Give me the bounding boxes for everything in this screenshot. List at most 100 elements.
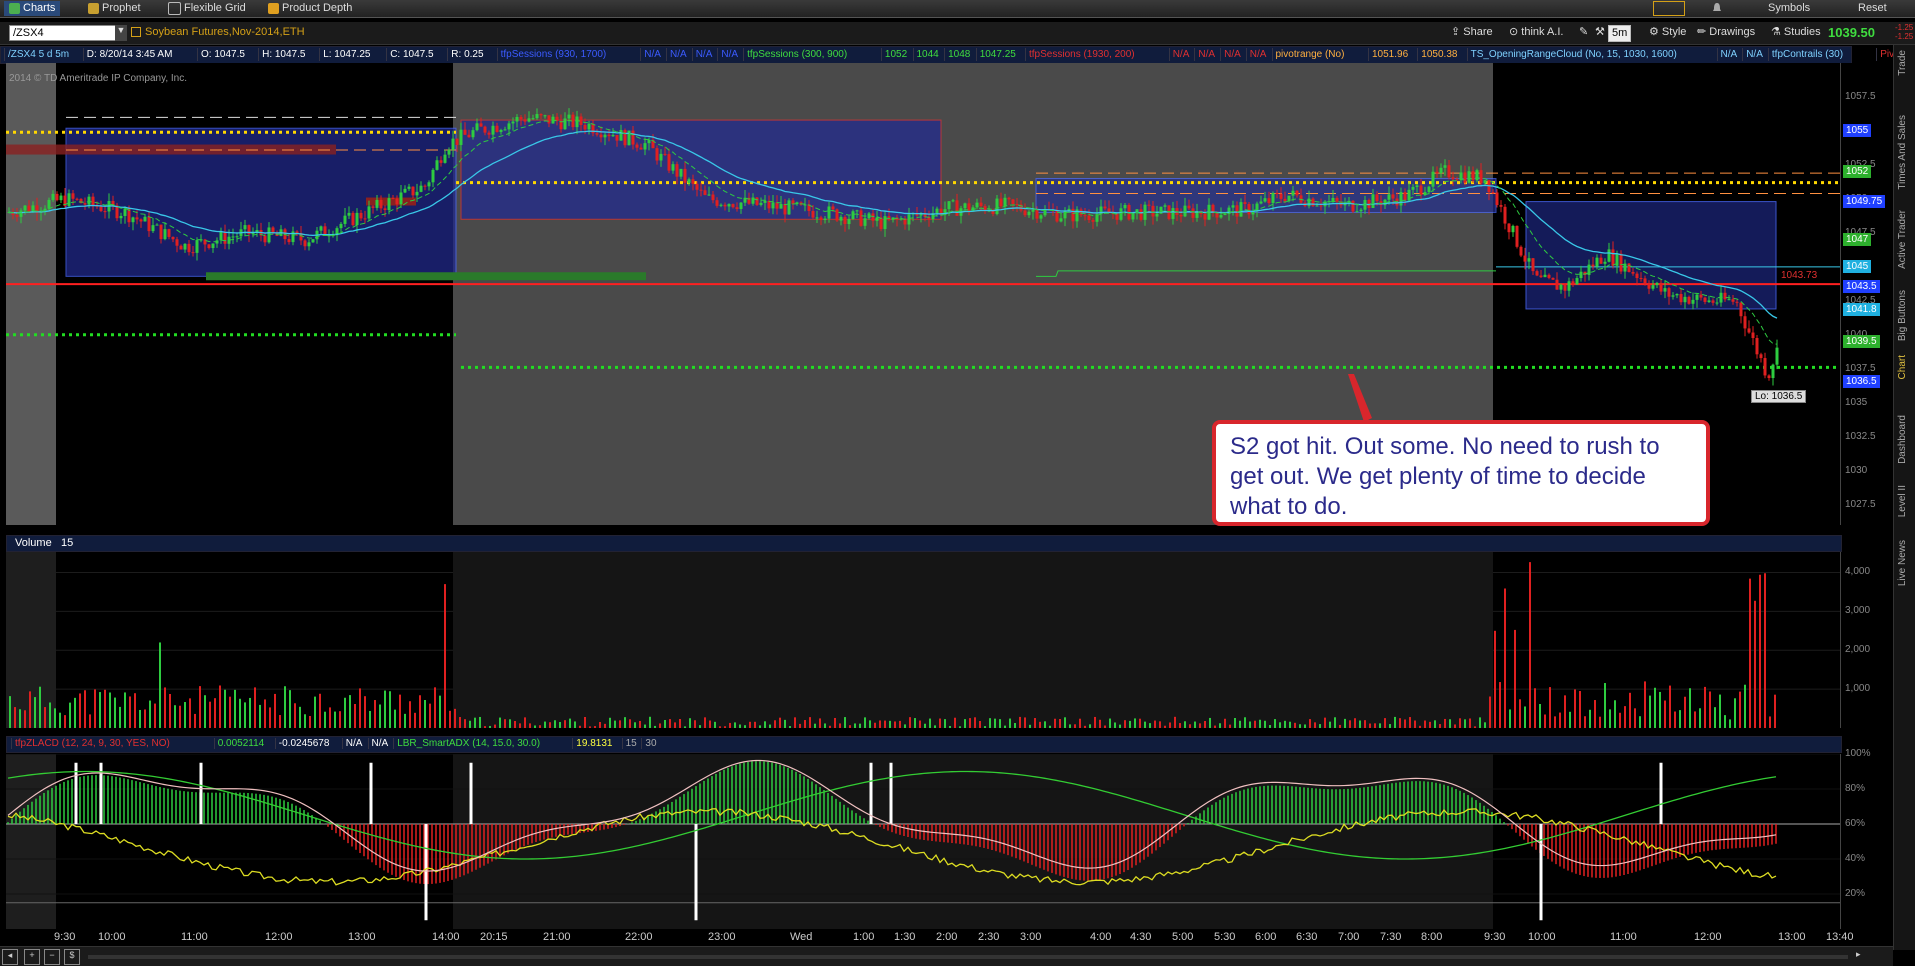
study-chip[interactable]: N/A xyxy=(691,48,716,61)
candle-body xyxy=(455,138,459,145)
menu-prophet[interactable]: Prophet xyxy=(88,1,141,16)
studies-button[interactable]: ⚗ Studies xyxy=(1768,25,1824,40)
study-chip[interactable]: pivotrange (No) xyxy=(1271,48,1348,61)
annotation-callout[interactable]: S2 got hit. Out some. No need to rush to… xyxy=(1212,420,1710,526)
price-axis[interactable]: 1057.510551052.510501047.510451042.51040… xyxy=(1840,63,1893,525)
study-chip[interactable]: tfpSessions (930, 1700) xyxy=(496,48,610,61)
alert-box[interactable] xyxy=(1653,1,1685,16)
study-chip[interactable]: tfpSessions (300, 900) xyxy=(743,48,850,61)
study-chip[interactable]: 1047.25 xyxy=(975,48,1019,61)
lower-study-chip[interactable]: -0.0245678 xyxy=(274,738,333,749)
scroll-left-icon[interactable]: ◂ xyxy=(2,949,18,965)
price-tag: 1041.8 xyxy=(1843,303,1880,317)
time-label: 5:00 xyxy=(1172,931,1194,943)
study-chip[interactable]: N/A xyxy=(666,48,690,61)
drawings-button[interactable]: ✏ Drawings xyxy=(1694,25,1758,40)
study-chip[interactable]: tfpSessions (1930, 200) xyxy=(1025,48,1138,61)
study-chip[interactable]: N/A xyxy=(1220,48,1244,61)
oscillator-axis[interactable]: 100% 80% 60% 40% 20% xyxy=(1840,748,1893,929)
scroll-right-icon[interactable]: ▸ xyxy=(1856,949,1870,963)
link-icon[interactable] xyxy=(131,27,141,37)
last-price: 1039.50 xyxy=(1828,25,1875,40)
candle-body xyxy=(1315,205,1319,207)
think-ai-button[interactable]: ⊙ think A.I. xyxy=(1506,25,1566,40)
study-chip[interactable]: L: 1047.25 xyxy=(319,48,373,61)
tools-icon[interactable]: ✎ xyxy=(1576,25,1591,40)
study-chip[interactable]: N/A xyxy=(1168,48,1193,61)
symbols-button[interactable]: Symbols xyxy=(1768,1,1810,16)
candle-body xyxy=(667,154,671,171)
timeframe-button[interactable]: 5m xyxy=(1608,25,1632,42)
candle-body xyxy=(355,212,359,226)
symbol-input[interactable]: /ZSX4 xyxy=(9,25,117,41)
lower-study-chip[interactable]: 0.0052114 xyxy=(213,738,268,749)
candle-body xyxy=(1211,204,1215,212)
candle-body xyxy=(715,200,719,206)
zoom-in-icon[interactable]: + xyxy=(24,949,40,965)
study-chip[interactable]: 1052 xyxy=(880,48,910,61)
reset-button[interactable]: Reset xyxy=(1858,1,1887,16)
study-chip[interactable]: N/A xyxy=(1245,48,1270,61)
zoom-out-icon[interactable]: − xyxy=(44,949,60,965)
candle-body xyxy=(1187,205,1191,209)
candle-body xyxy=(659,153,663,161)
osc-axis-label: 80% xyxy=(1845,783,1866,794)
study-chip[interactable]: D: 8/20/14 3:45 AM xyxy=(82,48,176,61)
study-chip[interactable]: N/A xyxy=(1194,48,1218,61)
sidebar-tab-trade[interactable]: Trade xyxy=(1897,50,1908,76)
lower-study-chip[interactable]: N/A xyxy=(341,738,366,749)
style-button[interactable]: ⚙ Style xyxy=(1646,25,1689,40)
study-chip[interactable]: C: 1047.5 xyxy=(386,48,436,61)
oscillator-pane[interactable] xyxy=(6,753,1840,929)
lower-study-chip[interactable]: 30 xyxy=(641,738,659,749)
study-chip[interactable]: N/A xyxy=(1742,48,1766,61)
bell-icon[interactable] xyxy=(1710,1,1724,15)
zone-bar xyxy=(206,272,646,281)
lower-study-chip[interactable]: LBR_SmartADX (14, 15.0, 30.0) xyxy=(393,738,543,749)
menu-charts[interactable]: Charts xyxy=(4,1,61,16)
study-chip[interactable]: /ZSX4 5 d 5m xyxy=(4,48,72,61)
study-chip[interactable]: 1044 xyxy=(912,48,942,61)
lower-study-chip[interactable]: tfpZLACD (12, 24, 9, 30, YES, NO) xyxy=(11,738,173,749)
candle-body xyxy=(1087,215,1091,221)
timeframe-label: 5m xyxy=(1612,27,1628,39)
study-chip[interactable]: N/A xyxy=(717,48,741,61)
study-chip[interactable]: R: 0.25 xyxy=(447,48,486,61)
candle-body xyxy=(1507,223,1511,233)
horizontal-scrollbar[interactable] xyxy=(88,955,1848,959)
sidebar-tab-chart[interactable]: Chart xyxy=(1897,355,1908,379)
study-chip[interactable]: 1048 xyxy=(944,48,973,61)
study-chip[interactable]: 1050.38 xyxy=(1417,48,1460,61)
sidebar-tab-big-buttons[interactable]: Big Buttons xyxy=(1897,290,1908,341)
study-chip[interactable]: O: 1047.5 xyxy=(197,48,248,61)
sidebar-tab-live-news[interactable]: Live News xyxy=(1897,540,1908,586)
right-sidebar: Trade Times And Sales Active Trader Big But… xyxy=(1893,45,1915,950)
study-chip[interactable]: tfpContrails (30) xyxy=(1767,48,1846,61)
volume-axis[interactable]: 4,000 3,000 2,000 1,000 xyxy=(1840,552,1893,728)
wrench-icon[interactable]: ⚒ xyxy=(1592,25,1608,40)
candle-body xyxy=(263,235,267,243)
sidebar-tab-active-trader[interactable]: Active Trader xyxy=(1897,210,1908,269)
dollar-icon[interactable]: $ xyxy=(64,949,80,965)
candle-body xyxy=(567,114,571,119)
sidebar-tab-times-and-sales[interactable]: Times And Sales xyxy=(1897,115,1908,190)
candle-body xyxy=(1679,293,1683,303)
study-chip[interactable]: N/A xyxy=(640,48,664,61)
study-chip[interactable]: N/A xyxy=(1716,48,1741,61)
sidebar-tab-level-ii[interactable]: Level II xyxy=(1897,485,1908,517)
candle-body xyxy=(607,134,611,137)
lower-study-chip[interactable]: 19.8131 xyxy=(572,738,615,749)
study-chip[interactable]: 1051.96 xyxy=(1368,48,1411,61)
lower-study-chip[interactable]: N/A xyxy=(367,738,392,749)
candle-body xyxy=(1275,193,1279,195)
symbol-dropdown-icon[interactable]: ▼ xyxy=(115,25,127,41)
lower-study-chip[interactable]: 15 xyxy=(621,738,640,749)
volume-pane[interactable] xyxy=(6,552,1840,728)
study-chip[interactable]: TS_OpeningRangeCloud (No, 15, 1030, 1600… xyxy=(1466,48,1680,61)
share-button[interactable]: ⇪ Share xyxy=(1448,25,1496,40)
menu-flexible-grid[interactable]: Flexible Grid xyxy=(168,1,246,16)
study-chip[interactable]: H: 1047.5 xyxy=(258,48,308,61)
menu-product-depth[interactable]: Product Depth xyxy=(268,1,352,16)
sidebar-tab-dashboard[interactable]: Dashboard xyxy=(1897,415,1908,464)
candle-body xyxy=(1331,197,1335,202)
